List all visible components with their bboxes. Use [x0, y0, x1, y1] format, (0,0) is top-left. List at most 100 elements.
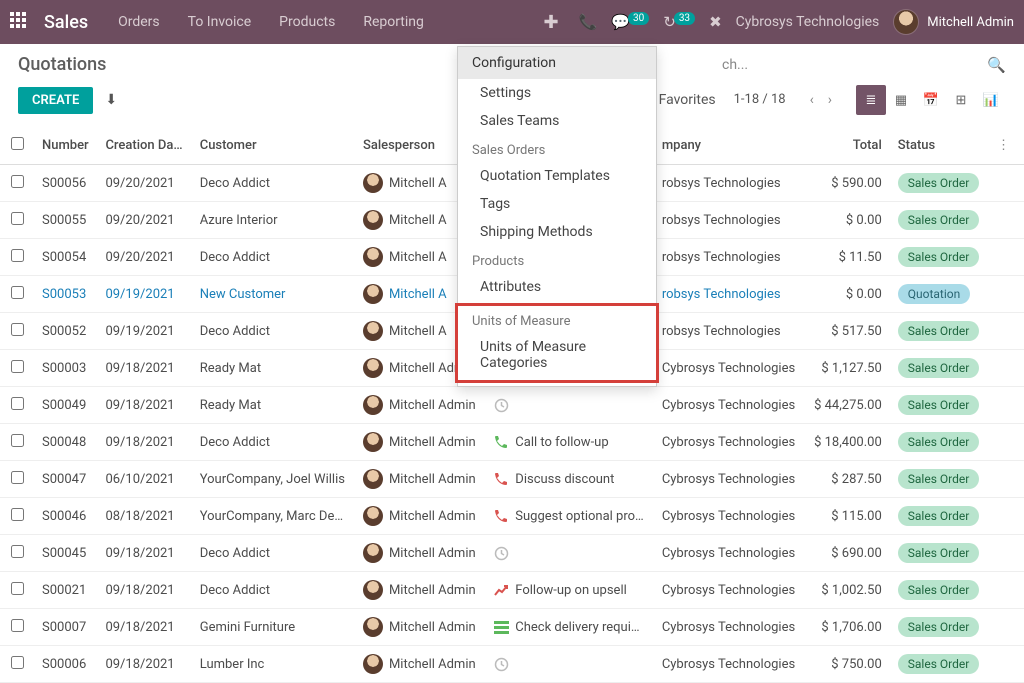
cell-date: 09/18/2021	[97, 646, 191, 683]
cell-total: $ 18,400.00	[805, 424, 890, 461]
row-checkbox[interactable]	[11, 656, 24, 669]
col-creation-date[interactable]: Creation Da…	[97, 127, 191, 165]
controls-right: ★ Favorites 1-18 / 18 ‹ › ≣ ▦ 📅 ⊞ 📊	[642, 85, 1006, 115]
cell-number: S00006	[34, 646, 97, 683]
table-row[interactable]: S0004706/10/2021YourCompany, Joel Willis…	[0, 461, 1024, 498]
row-checkbox[interactable]	[11, 286, 24, 299]
activity-icon	[493, 656, 509, 672]
cell-date: 09/18/2021	[97, 350, 191, 387]
view-graph-icon[interactable]: 📊	[976, 85, 1006, 115]
view-kanban-icon[interactable]: ▦	[886, 85, 916, 115]
row-checkbox[interactable]	[11, 582, 24, 595]
download-icon[interactable]: ⬇	[105, 92, 117, 108]
avatar	[363, 321, 383, 341]
user-menu[interactable]: Mitchell Admin	[893, 9, 1014, 35]
table-row[interactable]: S0000709/18/2021Gemini FurnitureMitchell…	[0, 609, 1024, 646]
apps-icon[interactable]	[10, 12, 30, 32]
cell-date: 09/18/2021	[97, 387, 191, 424]
pager-prev[interactable]: ‹	[804, 88, 820, 112]
col-kebab[interactable]: ⋮	[989, 127, 1024, 165]
row-checkbox[interactable]	[11, 175, 24, 188]
cell-company: robsys Technologies	[654, 202, 805, 239]
cell-customer: Ready Mat	[192, 387, 355, 424]
cell-activity[interactable]: Check delivery requi…	[485, 609, 654, 646]
pager[interactable]: 1-18 / 18	[734, 92, 786, 108]
create-button[interactable]: CREATE	[18, 87, 93, 114]
table-row[interactable]: S0004608/18/2021YourCompany, Marc De…Mit…	[0, 498, 1024, 535]
row-checkbox[interactable]	[11, 508, 24, 521]
menu-tags[interactable]: Tags	[458, 190, 656, 218]
col-total[interactable]: Total	[805, 127, 890, 165]
view-list-icon[interactable]: ≣	[856, 85, 886, 115]
table-row[interactable]: S0004509/18/2021Deco AddictMitchell Admi…	[0, 535, 1024, 572]
cell-salesperson: Mitchell Admin	[355, 424, 485, 461]
row-checkbox[interactable]	[11, 471, 24, 484]
col-status[interactable]: Status	[890, 127, 989, 165]
activities-icon[interactable]: ↻33	[663, 13, 695, 31]
brand[interactable]: Sales	[44, 12, 88, 33]
select-all-checkbox[interactable]	[11, 137, 24, 150]
cell-company: Cybrosys Technologies	[654, 572, 805, 609]
row-checkbox[interactable]	[11, 249, 24, 262]
table-row[interactable]: S0000609/18/2021Lumber IncMitchell Admin…	[0, 646, 1024, 683]
view-calendar-icon[interactable]: 📅	[916, 85, 946, 115]
col-company[interactable]: mpany	[654, 127, 805, 165]
cell-activity[interactable]	[485, 387, 654, 424]
topbar-right: 📞 💬30 ↻33 ✖ Cybrosys Technologies Mitche…	[579, 9, 1014, 35]
menu-quotation-templates[interactable]: Quotation Templates	[458, 162, 656, 190]
tools-icon[interactable]: ✖	[709, 13, 722, 31]
cell-company: robsys Technologies	[654, 239, 805, 276]
activity-icon	[493, 545, 509, 561]
phone-icon[interactable]: 📞	[579, 13, 598, 31]
table-row[interactable]: S0004809/18/2021Deco AddictMitchell Admi…	[0, 424, 1024, 461]
nav-reporting[interactable]: Reporting	[363, 14, 424, 30]
row-checkbox[interactable]	[11, 212, 24, 225]
cell-activity[interactable]	[485, 535, 654, 572]
row-checkbox[interactable]	[11, 619, 24, 632]
col-number[interactable]: Number	[34, 127, 97, 165]
cell-total: $ 590.00	[805, 165, 890, 202]
cell-total: $ 115.00	[805, 498, 890, 535]
row-checkbox[interactable]	[11, 397, 24, 410]
avatar	[363, 580, 383, 600]
plus-icon[interactable]: ✚	[544, 12, 559, 33]
col-customer[interactable]: Customer	[192, 127, 355, 165]
cell-status: Sales Order	[890, 424, 989, 461]
cell-status: Sales Order	[890, 387, 989, 424]
cell-total: $ 44,275.00	[805, 387, 890, 424]
row-checkbox[interactable]	[11, 434, 24, 447]
search-icon[interactable]: 🔍	[987, 56, 1006, 74]
menu-shipping-methods[interactable]: Shipping Methods	[458, 218, 656, 246]
messages-icon[interactable]: 💬30	[611, 13, 649, 31]
nav-products[interactable]: Products	[279, 14, 335, 30]
view-pivot-icon[interactable]: ⊞	[946, 85, 976, 115]
row-checkbox[interactable]	[11, 360, 24, 373]
cell-number: S00047	[34, 461, 97, 498]
menu-settings[interactable]: Settings	[458, 79, 656, 107]
row-checkbox[interactable]	[11, 545, 24, 558]
cell-activity[interactable]: Follow-up on upsell	[485, 572, 654, 609]
cell-activity[interactable]: Suggest optional pro…	[485, 498, 654, 535]
cell-activity[interactable]: Discuss discount	[485, 461, 654, 498]
cell-total: $ 0.00	[805, 276, 890, 313]
cell-number: S00048	[34, 424, 97, 461]
cell-customer: YourCompany, Joel Willis	[192, 461, 355, 498]
menu-sales-teams[interactable]: Sales Teams	[458, 107, 656, 135]
cell-number: S00046	[34, 498, 97, 535]
nav-to-invoice[interactable]: To Invoice	[188, 14, 252, 30]
menu-attributes[interactable]: Attributes	[458, 273, 656, 301]
table-row[interactable]: S0004909/18/2021Ready MatMitchell AdminC…	[0, 387, 1024, 424]
cell-customer: YourCompany, Marc De…	[192, 498, 355, 535]
avatar	[363, 506, 383, 526]
cell-salesperson: Mitchell Admin	[355, 535, 485, 572]
menu-uom-categories[interactable]: Units of Measure Categories	[458, 333, 656, 377]
nav-orders[interactable]: Orders	[118, 14, 160, 30]
cell-activity[interactable]: Call to follow-up	[485, 424, 654, 461]
table-row[interactable]: S0002109/18/2021Deco AddictMitchell Admi…	[0, 572, 1024, 609]
cell-number: S00052	[34, 313, 97, 350]
row-checkbox[interactable]	[11, 323, 24, 336]
activity-icon	[493, 582, 509, 598]
cell-activity[interactable]	[485, 646, 654, 683]
pager-next[interactable]: ›	[822, 88, 838, 112]
company-switcher[interactable]: Cybrosys Technologies	[736, 14, 880, 30]
